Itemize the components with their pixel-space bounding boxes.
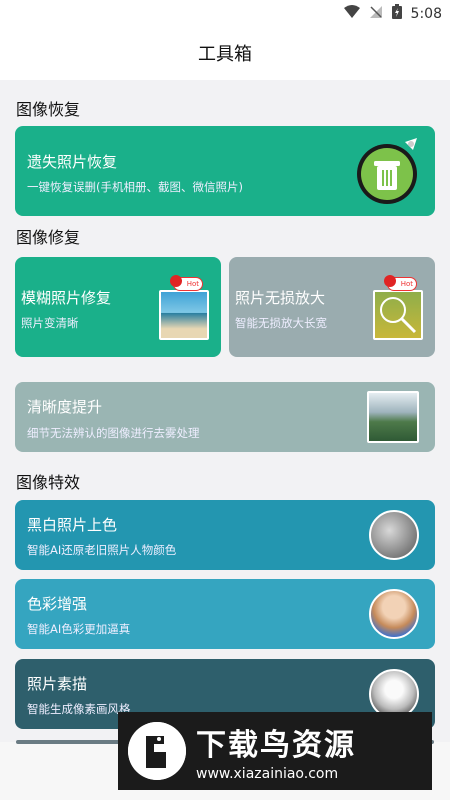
- card-title: 遗失照片恢复: [27, 153, 118, 171]
- bird-logo-icon: [128, 722, 186, 780]
- section-title-repair: 图像修复: [16, 228, 81, 247]
- app-bar: 工具箱: [0, 26, 450, 80]
- card-colorize-bw[interactable]: 黑白照片上色 智能AI还原老旧照片人物颜色: [15, 500, 435, 570]
- page-title: 工具箱: [198, 44, 252, 65]
- trash-bin-icon: [351, 136, 423, 208]
- card-title: 清晰度提升: [27, 398, 103, 416]
- watermark-text: 下载鸟资源 www.xiazainiao.com: [196, 720, 356, 782]
- magnifier-icon: [380, 297, 417, 334]
- watermark-url: www.xiazainiao.com: [196, 766, 339, 782]
- couple-photo-thumbnail: [369, 510, 419, 560]
- card-lost-photo-recovery[interactable]: 遗失照片恢复 一键恢复误删(手机相册、截图、微信照片): [15, 126, 435, 216]
- hot-badge-label: Hot: [186, 280, 199, 288]
- card-title: 照片无损放大: [235, 289, 326, 307]
- no-signal-icon: [369, 4, 383, 23]
- card-subtitle: 智能无损放大长宽: [235, 316, 327, 330]
- watermark: 下载鸟资源 www.xiazainiao.com: [118, 712, 432, 790]
- card-subtitle: 细节无法辨认的图像进行去雾处理: [27, 426, 200, 440]
- status-icons: 5:08: [343, 4, 442, 23]
- card-blur-photo-repair[interactable]: 模糊照片修复 照片变清晰 Hot: [15, 257, 221, 357]
- card-subtitle: 照片变清晰: [21, 316, 79, 330]
- status-time: 5:08: [410, 5, 442, 22]
- hot-badge: Hot: [170, 275, 203, 291]
- flame-icon: [170, 275, 182, 287]
- section-title-effects: 图像特效: [16, 473, 81, 492]
- card-subtitle: 一键恢复误删(手机相册、截图、微信照片): [27, 180, 243, 194]
- watermark-title: 下载鸟资源: [196, 728, 356, 763]
- field-photo-thumbnail: [373, 290, 423, 340]
- beach-photo-thumbnail: [159, 290, 209, 340]
- card-subtitle: 智能AI还原老旧照片人物颜色: [27, 543, 177, 557]
- card-clarity-boost[interactable]: 清晰度提升 细节无法辨认的图像进行去雾处理: [15, 382, 435, 452]
- card-title: 模糊照片修复: [21, 289, 112, 307]
- mountain-photo-thumbnail: [367, 391, 419, 443]
- card-title: 照片素描: [27, 675, 88, 693]
- card-color-enhance[interactable]: 色彩增强 智能AI色彩更加逼真: [15, 579, 435, 649]
- portrait-photo-thumbnail: [369, 589, 419, 639]
- card-title: 黑白照片上色: [27, 516, 118, 534]
- hot-badge-label: Hot: [400, 280, 413, 288]
- card-subtitle: 智能AI色彩更加逼真: [27, 622, 131, 636]
- battery-icon: [391, 4, 402, 23]
- card-title: 色彩增强: [27, 595, 88, 613]
- section-title-recovery: 图像恢复: [16, 100, 81, 119]
- wifi-icon: [343, 4, 360, 23]
- hot-badge: Hot: [384, 275, 417, 291]
- card-lossless-zoom[interactable]: 照片无损放大 智能无损放大长宽 Hot: [229, 257, 435, 357]
- status-bar: 5:08: [0, 0, 450, 26]
- card-subtitle: 智能生成像素画风格: [27, 702, 131, 716]
- flame-icon: [384, 275, 396, 287]
